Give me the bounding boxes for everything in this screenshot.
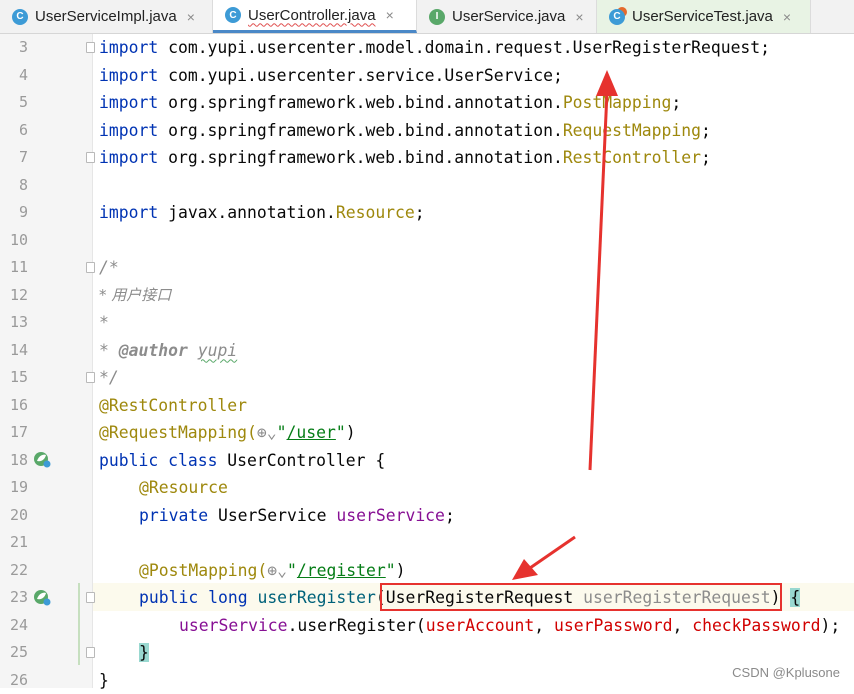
watermark: CSDN @Kplusone: [732, 665, 840, 680]
arrow-line-up: [590, 92, 607, 470]
annotation-arrows: [0, 0, 854, 688]
arrow-line-down: [530, 537, 575, 568]
arrow-head-down: [512, 559, 538, 580]
arrow-head-up: [596, 70, 618, 96]
